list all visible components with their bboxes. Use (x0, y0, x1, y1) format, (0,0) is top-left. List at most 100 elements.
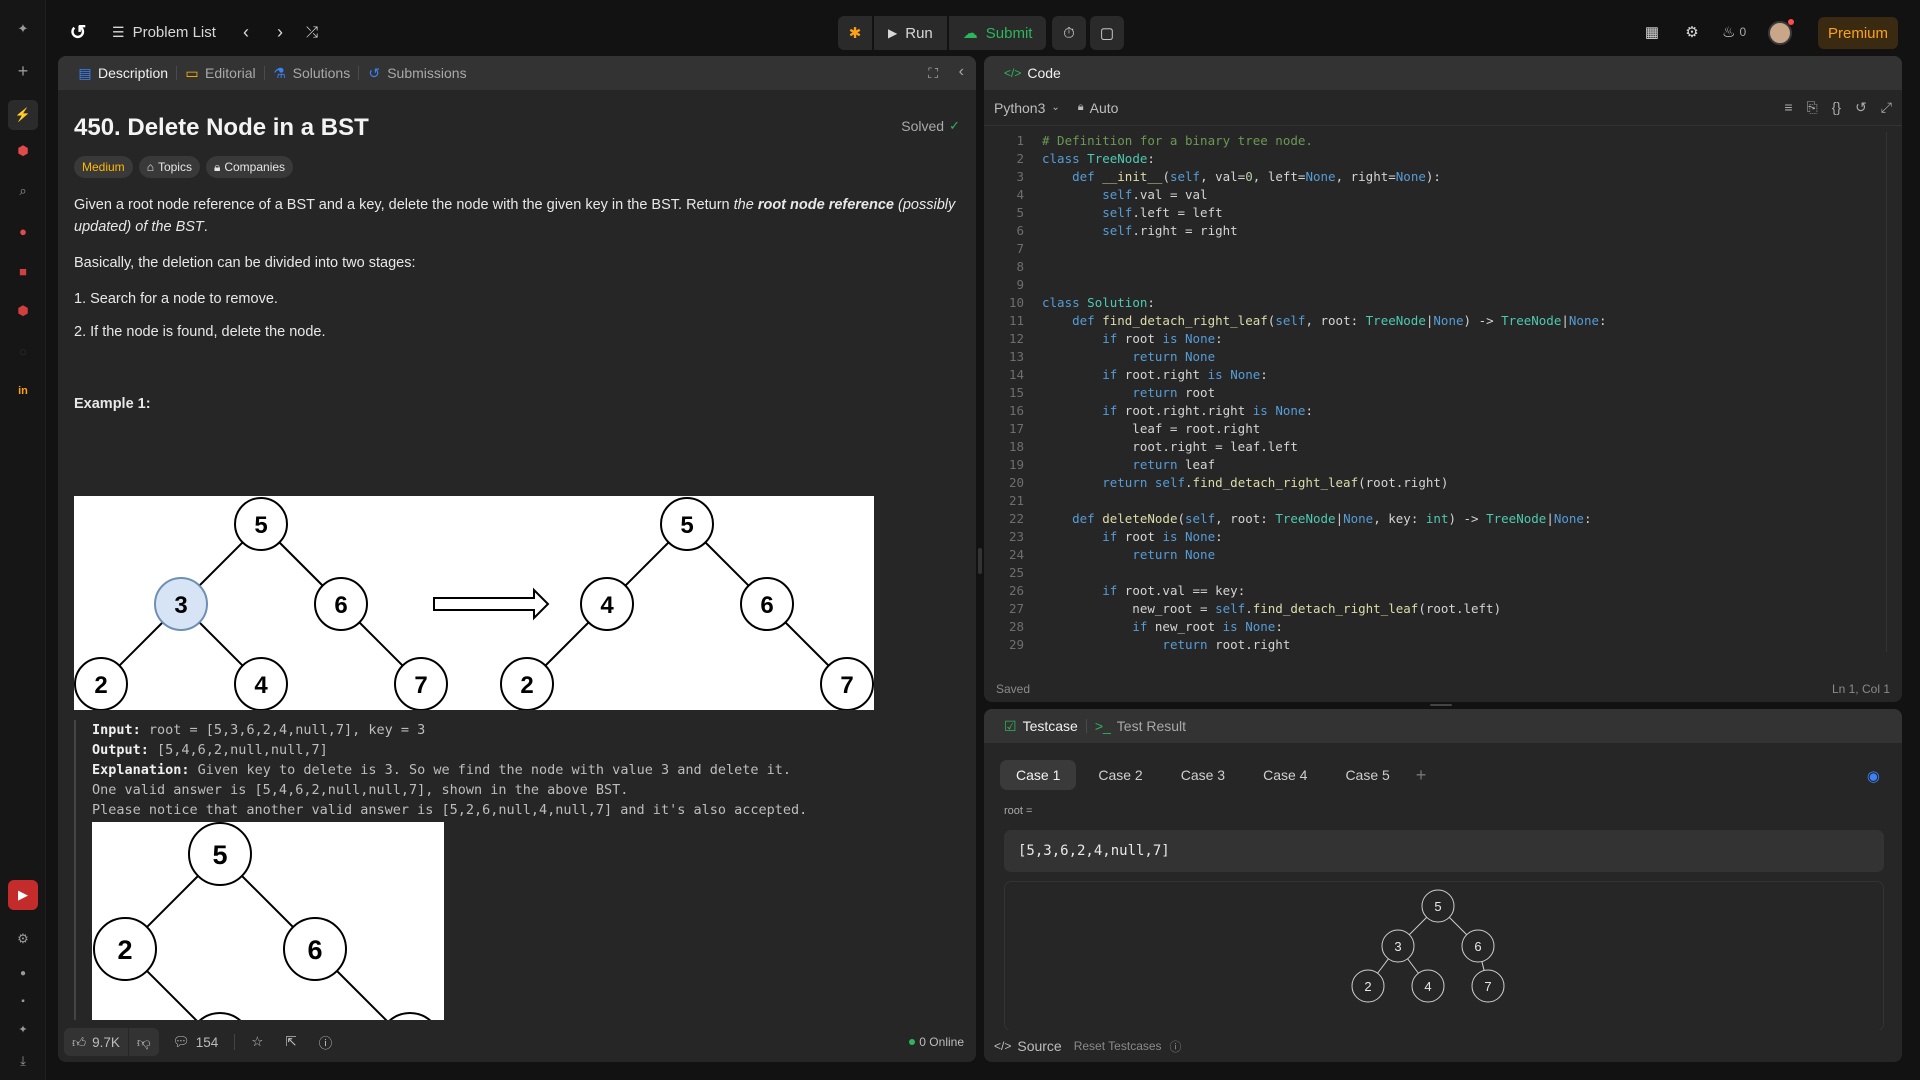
help-icon[interactable]: ⓘ (319, 1032, 333, 1052)
notes-icon[interactable]: ▢ (1090, 16, 1124, 50)
app-icon-5[interactable]: ○ (12, 340, 34, 362)
format-icon[interactable]: ≡ (1784, 99, 1792, 116)
download-icon[interactable]: ⤓ (12, 1050, 34, 1072)
play-icon: ▶ (888, 26, 898, 40)
topics-tag[interactable]: ⌂ Topics (138, 156, 200, 178)
dock-icon-small-3[interactable]: ✦ (12, 1018, 34, 1040)
left-panel-tabs: ▤ Description ▭ Editorial ⚗ Solutions ↺ … (58, 56, 976, 90)
code-text: self.val = val (1102, 187, 1208, 202)
help-icon[interactable]: ⓘ (1170, 1038, 1182, 1055)
layout-icon[interactable]: ▦ (1642, 22, 1662, 42)
stages-intro: Basically, the deletion can be divided i… (74, 255, 416, 271)
next-problem-icon[interactable]: › (270, 22, 290, 42)
streak-counter[interactable]: ♨ 0 (1722, 23, 1746, 41)
line-number: 12 (1008, 331, 1024, 346)
star-icon[interactable]: ☆ (251, 1034, 263, 1050)
leetcode-icon[interactable]: ⚡ (8, 100, 38, 130)
companies-tag[interactable]: 🔒︎ Companies (205, 156, 294, 178)
checkbox-icon: ☑ (1004, 717, 1017, 734)
tab-submissions[interactable]: ↺ Submissions (359, 64, 474, 82)
language-select[interactable]: Python3 ⌄ (994, 100, 1060, 116)
tab-solutions[interactable]: ⚗ Solutions (265, 65, 359, 82)
editor-actions: ≡ ⎘ {} ↺ ⤢ (1784, 99, 1892, 116)
horizontal-resize-handle[interactable] (1430, 704, 1452, 706)
code-line: 6 self.right = right (984, 222, 1902, 240)
search-app-icon[interactable]: ⌕ (12, 180, 34, 202)
fullscreen-icon[interactable]: ⛶ (928, 65, 938, 82)
bookmark-icon[interactable]: ⎘ (1807, 99, 1818, 116)
timer-icon[interactable]: ⏱ (1052, 16, 1086, 50)
problem-list-button[interactable]: ☰ Problem List (112, 24, 216, 41)
tree-node-label: 4 (254, 672, 268, 699)
share-icon[interactable]: ⇱ (285, 1034, 296, 1050)
comments-button[interactable]: 💬︎ 154 (173, 1034, 219, 1050)
expand-icon[interactable]: ⤢ (1881, 99, 1892, 116)
side-dock: ✦ + ⚡ ⬢ ⌕ ● ■ ⬢ ○ in ▶ ⚙ ● ▪ ✦ ⤓ (0, 0, 46, 1080)
code-line: 9 (984, 276, 1902, 294)
code-editor[interactable]: 1 # Definition for a binary tree node. 2 cl… (984, 130, 1902, 664)
youtube-icon[interactable]: ▶ (8, 880, 38, 910)
case-tab[interactable]: Case 5 (1329, 760, 1405, 790)
extension-icon[interactable]: ✦ (12, 18, 34, 40)
auto-mode[interactable]: 🔒︎ Auto (1078, 100, 1119, 116)
case-tab[interactable]: Case 2 (1082, 760, 1158, 790)
document-icon: ▤ (78, 64, 92, 81)
add-icon[interactable]: + (12, 60, 34, 82)
case-tab[interactable]: Case 1 (1000, 760, 1077, 790)
settings-dock-icon[interactable]: ⚙ (12, 928, 34, 950)
line-number: 2 (1016, 151, 1024, 166)
app-icon-2[interactable]: ● (12, 220, 34, 242)
thumbs-up-icon: 👍︎ (72, 1034, 87, 1050)
tab-editorial[interactable]: ▭ Editorial (177, 65, 264, 82)
code-line: 16 if root.right.right is None: (984, 402, 1902, 420)
line-number: 7 (1016, 241, 1024, 256)
dislike-button[interactable]: 👎︎ (128, 1028, 159, 1056)
run-button[interactable]: ▶ Run (874, 16, 947, 50)
app-icon-3[interactable]: ■ (12, 260, 34, 282)
vertical-resize-handle[interactable] (978, 548, 982, 574)
tab-code[interactable]: </> Code (996, 65, 1069, 81)
submit-button[interactable]: ☁ Submit (948, 16, 1047, 50)
like-button[interactable]: 👍︎ 9.7K (64, 1028, 128, 1056)
code-line: 26 if root.val == key: (984, 582, 1902, 600)
settings-icon[interactable]: ⚙ (1682, 22, 1702, 42)
tab-testcase[interactable]: ☑ Testcase (996, 718, 1086, 735)
code-line: 4 self.val = val (984, 186, 1902, 204)
avatar[interactable] (1768, 21, 1792, 45)
line-number: 26 (1008, 583, 1024, 598)
collapse-icon[interactable]: ‹ (959, 63, 964, 81)
case-tab[interactable]: Case 3 (1165, 760, 1241, 790)
reset-testcases-button[interactable]: Reset Testcases (1074, 1039, 1162, 1053)
app-icon-4[interactable]: ⬢ (12, 300, 34, 322)
debug-icon[interactable]: ✱ (838, 16, 872, 50)
line-number: 8 (1016, 259, 1024, 274)
source-button[interactable]: </> Source (994, 1038, 1062, 1054)
code-panel: </> Code Python3 ⌄ 🔒︎ Auto ≡ ⎘ {} ↺ ⤢ 1 #… (984, 56, 1902, 702)
prev-problem-icon[interactable]: ‹ (236, 22, 256, 42)
editor-toolbar: Python3 ⌄ 🔒︎ Auto ≡ ⎘ {} ↺ ⤢ (984, 90, 1902, 126)
add-case-icon[interactable]: + (1416, 765, 1427, 786)
case-tab[interactable]: Case 4 (1247, 760, 1323, 790)
terminal-icon: >_ (1094, 718, 1111, 734)
tab-test-result[interactable]: >_ Test Result (1087, 718, 1194, 734)
linkedin-icon[interactable]: in (12, 380, 34, 402)
leetcode-logo-icon[interactable]: ↺ (68, 22, 88, 44)
premium-button[interactable]: Premium (1818, 17, 1899, 49)
dock-icon-small-1[interactable]: ● (12, 962, 34, 984)
tab-description[interactable]: ▤ Description (70, 64, 176, 82)
dock-icon-small-2[interactable]: ▪ (12, 990, 34, 1012)
code-line: 15 return root (984, 384, 1902, 402)
shuffle-icon[interactable]: ⤮ (302, 22, 322, 42)
braces-icon[interactable]: {} (1832, 99, 1841, 116)
difficulty-badge[interactable]: Medium (74, 156, 133, 178)
param-input[interactable]: [5,3,6,2,4,null,7] (1004, 830, 1884, 872)
history-icon: ↺ (368, 64, 381, 81)
app-icon-1[interactable]: ⬢ (12, 140, 34, 162)
reset-icon[interactable]: ↺ (1855, 99, 1867, 116)
line-number: 20 (1008, 475, 1024, 490)
code-text: # Definition for a binary tree node. (1042, 133, 1313, 148)
editor-scrollbar[interactable] (1886, 132, 1894, 652)
online-count: 0 Online (909, 1035, 964, 1049)
eye-icon[interactable]: ◉ (1867, 767, 1880, 785)
line-number: 14 (1008, 367, 1024, 382)
